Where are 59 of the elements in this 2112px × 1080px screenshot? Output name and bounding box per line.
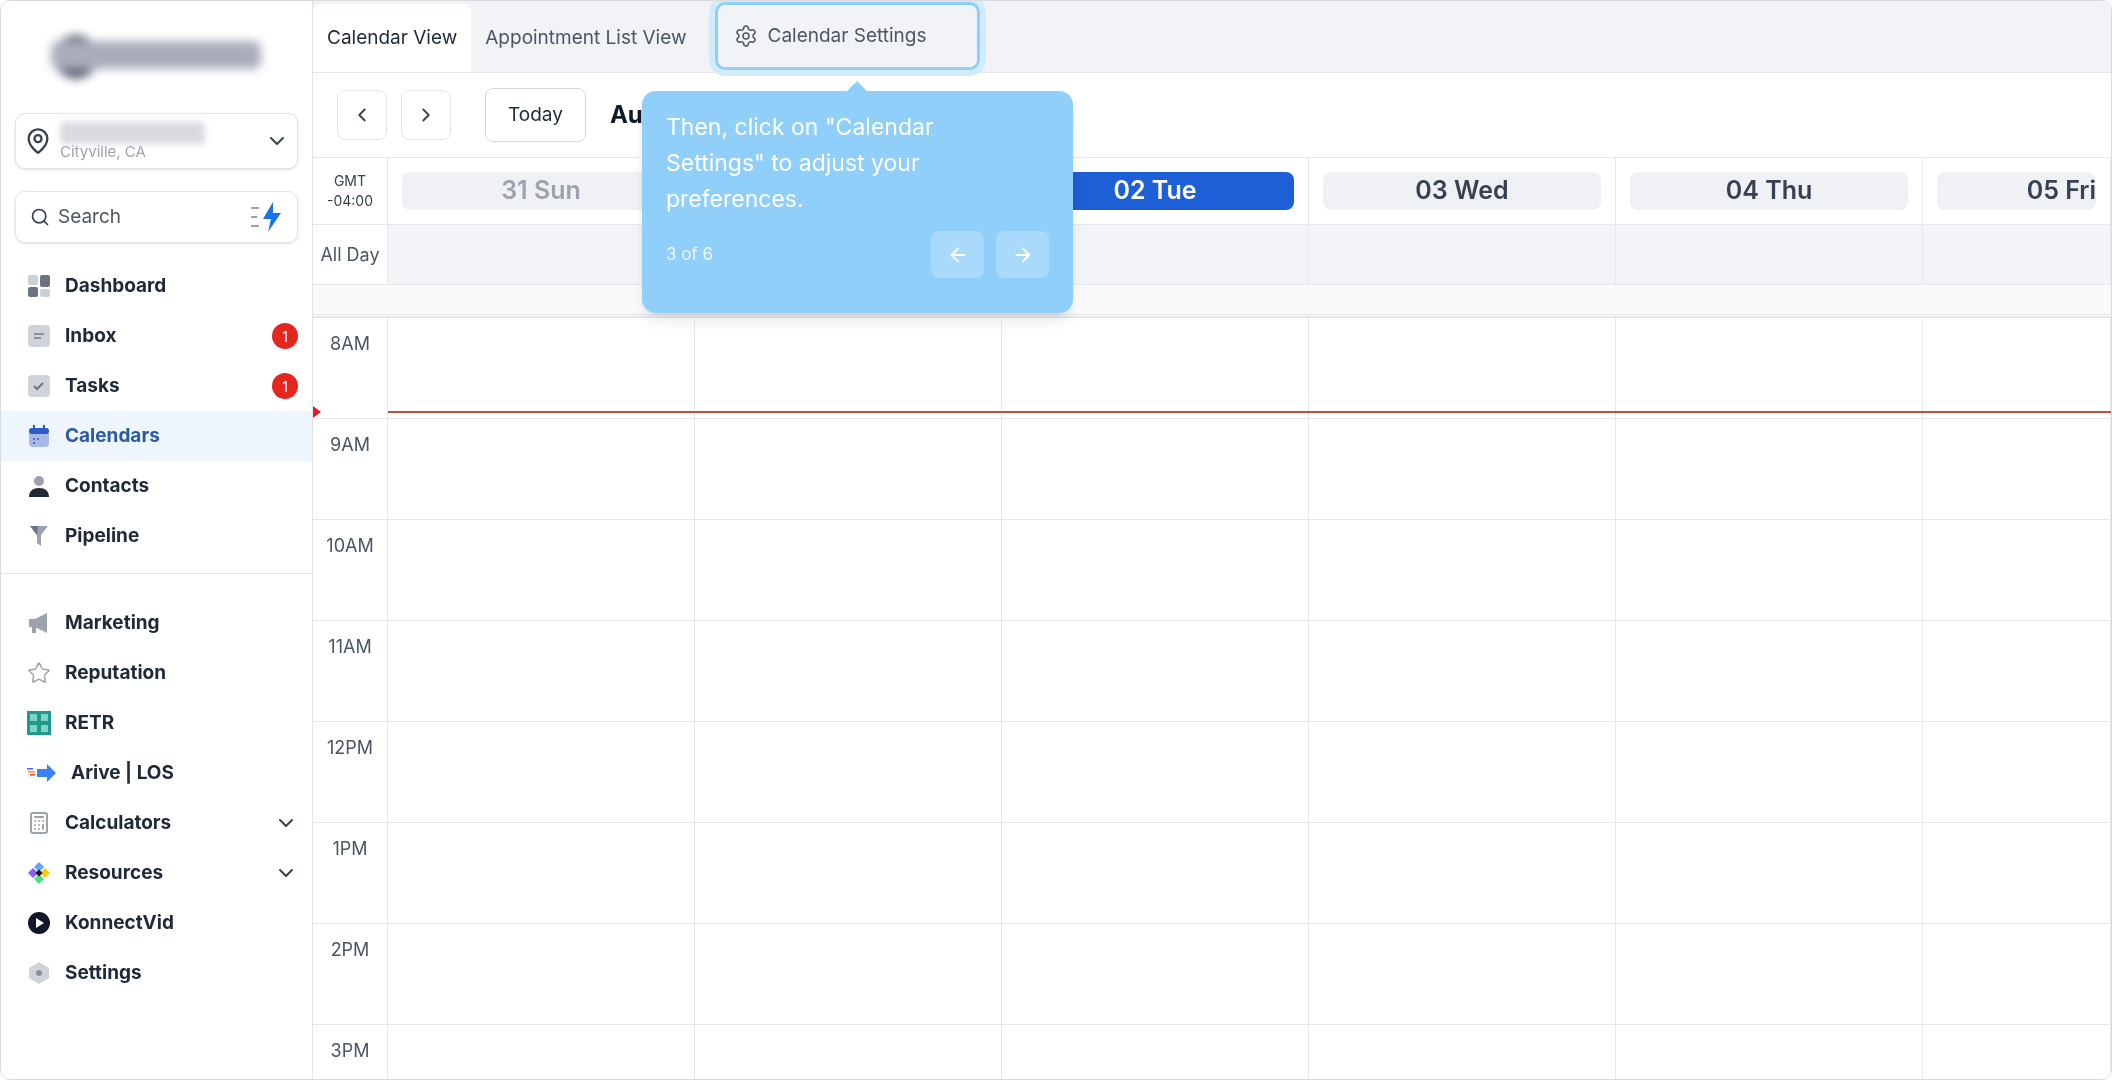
hour-label: 8AM [330, 332, 370, 354]
month-title: Au [609, 99, 643, 131]
nav-item[interactable]: Settings [1, 948, 312, 998]
nav-item[interactable]: KonnectVid [1, 898, 312, 948]
step-counter: 3 of 6 [666, 242, 715, 266]
calculator-icon [27, 811, 51, 835]
arrow-icon [27, 763, 57, 783]
day-header[interactable]: 05 Fri [1937, 172, 2096, 210]
nav-item[interactable]: Dashboard [1, 261, 312, 311]
nav-item[interactable]: Arive | LOS [1, 748, 312, 798]
all-day-label: All Day [320, 243, 380, 267]
nav-item[interactable]: Calendars [1, 411, 312, 461]
nav-item[interactable]: Resources [1, 848, 312, 898]
hour-label: 3PM [330, 1039, 370, 1061]
forward-button[interactable] [996, 231, 1049, 278]
grid-logo-icon [27, 711, 51, 735]
view-tab[interactable]: Appointment List View [471, 4, 701, 72]
hour-label: 11AM [328, 635, 372, 657]
timezone-label: GMT [333, 171, 367, 191]
nav-item[interactable]: Calculators [1, 798, 312, 848]
lightning-icon [251, 202, 283, 232]
nav-item[interactable]: Contacts [1, 461, 312, 511]
hour-label: 2PM [330, 938, 370, 960]
star-icon [27, 661, 51, 685]
checkbox-icon [27, 374, 51, 398]
hour-label: 1PM [332, 837, 368, 859]
time-marker-icon [313, 406, 321, 418]
funnel-icon [27, 524, 51, 548]
notification-badge: 1 [272, 373, 298, 399]
nav-item[interactable]: Reputation [1, 648, 312, 698]
hour-label: 10AM [326, 534, 374, 556]
hour-label: 12PM [326, 736, 374, 758]
dashboard-icon [27, 274, 51, 298]
inbox-icon [27, 324, 51, 348]
notification-badge: 1 [272, 323, 298, 349]
search-input[interactable]: Search [58, 202, 243, 232]
person-icon [27, 474, 51, 498]
location-subtitle: Cityville, CA [60, 144, 146, 160]
search-icon [30, 207, 50, 227]
previous-button[interactable] [337, 90, 387, 140]
calendar-icon [27, 424, 51, 448]
hexagon-icon [27, 961, 51, 985]
nav-item[interactable]: Inbox 1 [1, 311, 312, 361]
back-button[interactable] [931, 231, 984, 278]
nav-item[interactable]: Pipeline [1, 511, 312, 561]
nav-item[interactable]: RETR [1, 698, 312, 748]
timezone-label: -04:00 [327, 191, 373, 211]
nav-item[interactable]: Tasks 1 [1, 361, 312, 411]
search-field[interactable]: Search [15, 191, 298, 243]
settings-icon [733, 24, 758, 48]
day-header[interactable]: 04 Thu [1630, 172, 1908, 210]
day-header[interactable]: 03 Wed [1323, 172, 1601, 210]
hour-label: 9AM [330, 433, 370, 455]
nav-item[interactable]: Marketing [1, 598, 312, 648]
next-button[interactable] [401, 90, 451, 140]
play-icon [27, 911, 51, 935]
diamond-icon [27, 861, 51, 885]
view-tab[interactable]: Calendar View [313, 4, 472, 72]
today-button[interactable]: Today [485, 88, 586, 142]
